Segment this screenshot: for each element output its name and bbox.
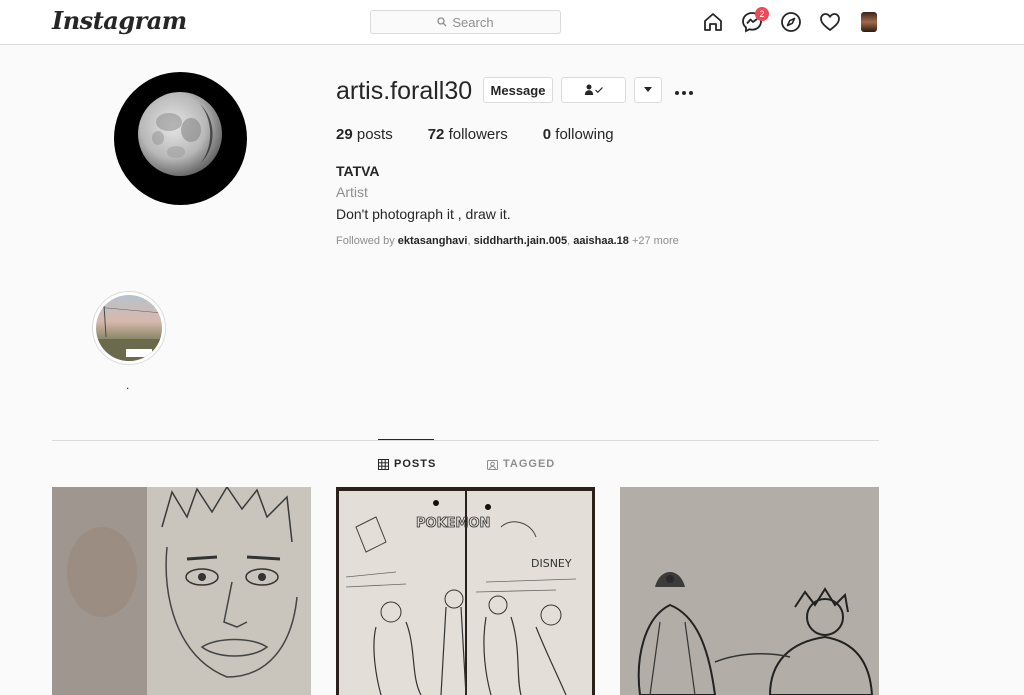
top-bar: Instagram Search 2 [0,0,1024,45]
more-icon [675,91,693,95]
posts-stat: 29 posts [336,126,393,143]
suggested-dropdown-button[interactable] [634,77,662,103]
followed-by-user[interactable]: ektasanghavi [398,235,468,247]
svg-text:DISNEY: DISNEY [531,557,572,570]
instagram-logo[interactable]: Instagram [52,6,187,35]
profile-stats: 29 posts 72 followers 0 following [336,126,614,143]
active-tab-indicator [378,439,434,440]
followed-by[interactable]: Followed by ektasanghavi, siddharth.jain… [336,235,679,247]
search-icon [437,17,447,27]
story-highlight[interactable] [92,291,166,365]
chevron-down-icon [644,87,652,92]
tagged-icon [487,459,498,470]
tab-tagged[interactable]: TAGGED [487,458,555,470]
nav-profile-avatar[interactable] [861,12,877,32]
followed-by-more[interactable]: +27 more [632,235,679,247]
highlight-label: . [126,378,130,392]
messages-badge: 2 [755,7,769,21]
highlight-cover [96,295,162,361]
post-thumbnail[interactable]: POKEMON DISNEY [336,487,595,695]
profile-username: artis.forall30 [336,77,473,105]
followed-by-user[interactable]: aaishaa.18 [573,235,629,247]
following-stat[interactable]: 0 following [543,126,614,143]
following-icon [584,84,603,95]
profile-category: Artist [336,184,368,200]
tabs-divider [52,440,879,441]
post-thumbnail[interactable] [620,487,879,695]
message-button[interactable]: Message [483,77,553,103]
tab-posts[interactable]: POSTS [378,458,436,470]
grid-icon [378,458,389,470]
search-input[interactable]: Search [370,10,561,34]
following-button[interactable] [561,77,626,103]
followers-stat[interactable]: 72 followers [428,126,508,143]
search-placeholder: Search [452,14,494,30]
svg-text:POKEMON: POKEMON [416,516,490,531]
explore-icon[interactable] [780,11,802,33]
heart-icon[interactable] [819,11,841,33]
home-icon[interactable] [702,11,724,33]
post-thumbnail[interactable] [52,487,311,695]
followed-by-user[interactable]: siddharth.jain.005 [474,235,568,247]
more-options-button[interactable] [674,80,694,101]
profile-avatar [114,72,247,205]
profile-full-name: TATVA [336,163,380,179]
profile-bio: Don't photograph it , draw it. [336,206,511,222]
